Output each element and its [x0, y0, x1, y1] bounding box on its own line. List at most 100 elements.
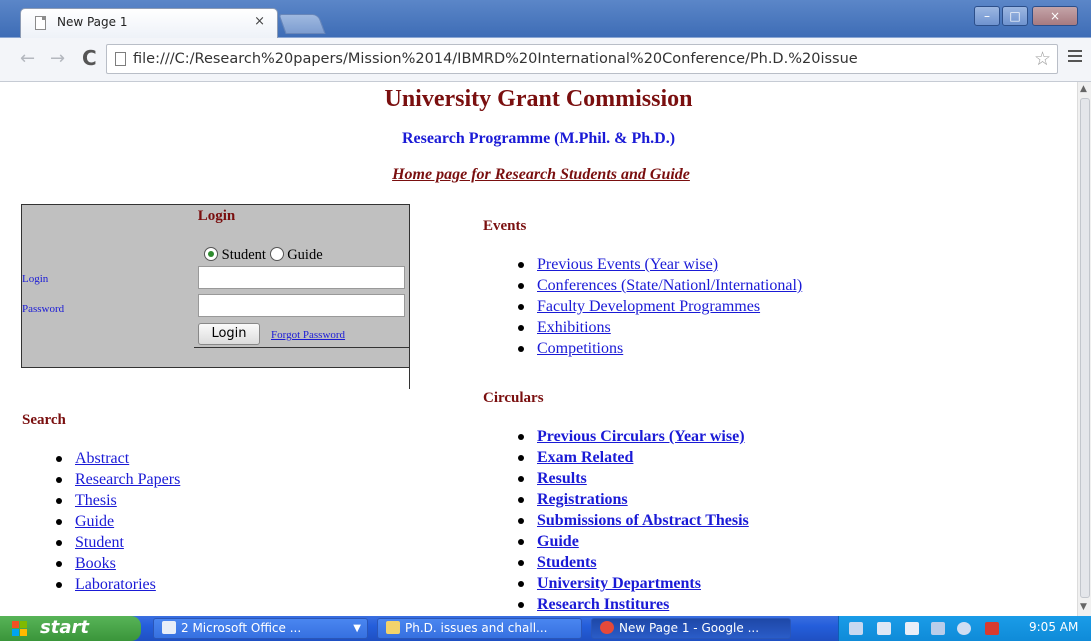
folder-icon: [386, 621, 400, 634]
taskbar-item-label: 2 Microsoft Office ...: [181, 621, 302, 635]
home-page-link[interactable]: Home page for Research Students and Guid…: [0, 166, 1077, 184]
browser-toolbar: ← → C file:///C:/Research%20papers/Missi…: [0, 38, 1091, 82]
chevron-down-icon: ▼: [353, 623, 361, 634]
events-link-conferences[interactable]: Conferences (State/Nationl/International…: [537, 277, 802, 294]
pen-icon[interactable]: [849, 622, 863, 635]
scroll-up-icon[interactable]: ▲: [1080, 84, 1087, 94]
list-item: Abstract: [53, 449, 180, 470]
list-item: Guide: [53, 512, 180, 533]
forward-arrow-icon[interactable]: →: [50, 48, 65, 69]
taskbar-item-office[interactable]: 2 Microsoft Office ... ▼: [153, 618, 368, 639]
list-item: Books: [53, 554, 180, 575]
minimize-button[interactable]: –: [974, 6, 1000, 26]
list-item: Students: [515, 553, 749, 574]
circulars-link-registrations[interactable]: Registrations: [537, 491, 628, 508]
expand-icon[interactable]: [957, 622, 971, 635]
password-input[interactable]: [198, 294, 405, 317]
login-field-label: Login: [22, 273, 49, 285]
new-tab-button[interactable]: [278, 14, 326, 34]
page-title: University Grant Commission: [384, 86, 693, 112]
tab-title: New Page 1: [57, 15, 128, 29]
search-link-abstract[interactable]: Abstract: [75, 450, 129, 467]
events-link-faculty-development[interactable]: Faculty Development Programmes: [537, 298, 760, 315]
reload-icon[interactable]: C: [82, 46, 97, 70]
events-link-competitions[interactable]: Competitions: [537, 340, 623, 357]
chrome-icon: [600, 621, 614, 634]
search-link-student[interactable]: Student: [75, 534, 124, 551]
guide-radio[interactable]: [269, 247, 284, 261]
login-button[interactable]: Login: [198, 323, 260, 345]
close-tab-icon[interactable]: ×: [254, 14, 265, 29]
taskbar-item-folder[interactable]: Ph.D. issues and chall...: [377, 618, 582, 639]
student-radio[interactable]: [204, 247, 218, 261]
taskbar-item-browser[interactable]: New Page 1 - Google ...: [591, 618, 791, 639]
office-icon: [162, 621, 176, 634]
menu-icon[interactable]: [1068, 50, 1082, 65]
list-item: Research Papers: [53, 470, 180, 491]
search-link-research-papers[interactable]: Research Papers: [75, 471, 180, 488]
maximize-button[interactable]: □: [1002, 6, 1028, 26]
scroll-down-icon[interactable]: ▼: [1080, 602, 1087, 612]
password-field-label: Password: [22, 303, 65, 315]
list-item: Thesis: [53, 491, 180, 512]
search-list: Abstract Research Papers Thesis Guide St…: [53, 449, 180, 596]
login-heading: Login: [197, 208, 236, 224]
list-item: Exam Related: [515, 448, 749, 469]
circulars-link-results[interactable]: Results: [537, 470, 587, 487]
help-icon[interactable]: [905, 622, 919, 635]
keyboard-icon[interactable]: [877, 622, 891, 635]
student-radio-label: Student: [221, 247, 266, 263]
search-link-thesis[interactable]: Thesis: [75, 492, 117, 509]
list-item: Previous Events (Year wise): [515, 255, 802, 276]
list-item: Registrations: [515, 490, 749, 511]
list-item: Faculty Development Programmes: [515, 297, 802, 318]
page-subtitle: Research Programme (M.Phil. & Ph.D.): [401, 130, 676, 147]
list-item: University Departments: [515, 574, 749, 595]
circulars-heading: Circulars: [483, 390, 544, 406]
address-bar[interactable]: file:///C:/Research%20papers/Mission%201…: [106, 44, 1058, 74]
login-input[interactable]: [198, 266, 405, 289]
list-item: Competitions: [515, 339, 802, 360]
network-icon[interactable]: [931, 622, 945, 635]
windows-flag-icon: [12, 621, 28, 636]
guide-radio-label: Guide: [287, 247, 323, 263]
circulars-link-guide[interactable]: Guide: [537, 533, 579, 550]
list-item: Results: [515, 469, 749, 490]
list-item: Previous Circulars (Year wise): [515, 427, 749, 448]
start-button[interactable]: start: [0, 616, 141, 641]
system-tray: 9:05 AM: [838, 616, 1091, 641]
antivirus-icon[interactable]: [985, 622, 999, 635]
taskbar: start 2 Microsoft Office ... ▼ Ph.D. iss…: [0, 616, 1091, 641]
circulars-link-institutes[interactable]: Research Institures: [537, 596, 669, 613]
events-list: Previous Events (Year wise) Conferences …: [515, 255, 802, 360]
back-arrow-icon[interactable]: ←: [20, 48, 35, 69]
scroll-thumb[interactable]: [1080, 98, 1090, 598]
page-icon: [35, 16, 46, 30]
login-panel: Login Student Guide Login Password Login…: [21, 204, 410, 368]
login-panel-border: [194, 347, 410, 389]
circulars-link-exam[interactable]: Exam Related: [537, 449, 633, 466]
forgot-password-link[interactable]: Forgot Password: [271, 329, 345, 341]
events-heading: Events: [483, 218, 527, 234]
search-link-guide[interactable]: Guide: [75, 513, 114, 530]
circulars-link-submissions[interactable]: Submissions of Abstract Thesis: [537, 512, 749, 529]
list-item: Exhibitions: [515, 318, 802, 339]
url-text[interactable]: file:///C:/Research%20papers/Mission%201…: [133, 51, 1013, 67]
search-link-books[interactable]: Books: [75, 555, 116, 572]
search-link-laboratories[interactable]: Laboratories: [75, 576, 156, 593]
circulars-link-departments[interactable]: University Departments: [537, 575, 701, 592]
circulars-list: Previous Circulars (Year wise) Exam Rela…: [515, 427, 749, 616]
vertical-scrollbar[interactable]: ▲ ▼: [1077, 82, 1091, 616]
close-window-button[interactable]: ×: [1032, 6, 1078, 26]
role-selector: Student Guide: [204, 247, 323, 264]
events-link-exhibitions[interactable]: Exhibitions: [537, 319, 611, 336]
circulars-link-students[interactable]: Students: [537, 554, 597, 571]
browser-titlebar: New Page 1 × – □ ×: [0, 0, 1091, 38]
list-item: Submissions of Abstract Thesis: [515, 511, 749, 532]
tab-new-page-1[interactable]: New Page 1 ×: [20, 8, 278, 38]
events-link-previous[interactable]: Previous Events (Year wise): [537, 256, 718, 273]
bookmark-star-icon[interactable]: ☆: [1034, 48, 1051, 70]
circulars-link-previous[interactable]: Previous Circulars (Year wise): [537, 428, 745, 445]
document-icon: [115, 52, 126, 66]
list-item: Research Institures: [515, 595, 749, 616]
